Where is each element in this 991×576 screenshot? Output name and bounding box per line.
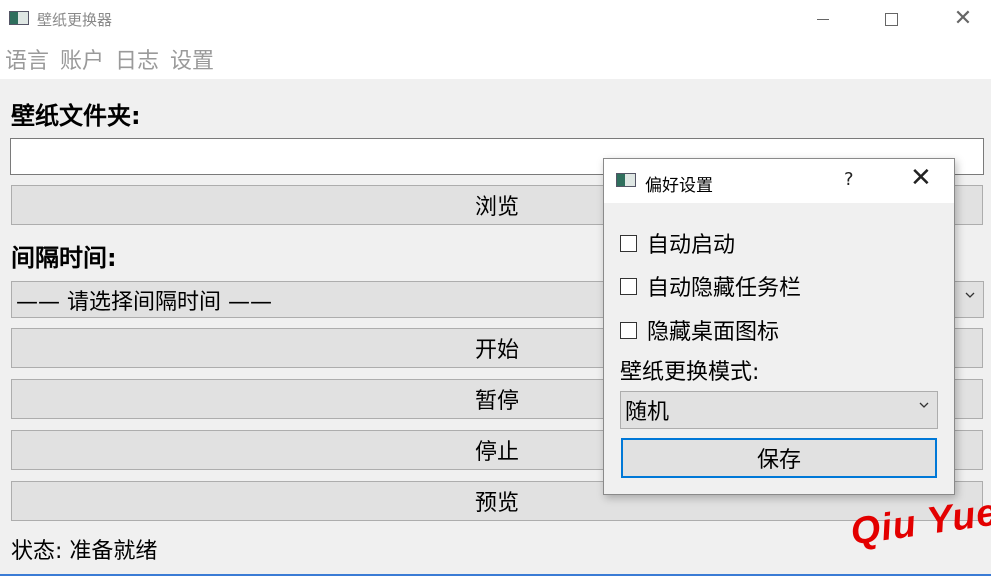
title-bar: 壁纸更换器 ✕ [0,0,991,38]
mode-select[interactable]: 随机 [620,391,938,429]
maximize-button[interactable] [868,0,914,38]
chevron-down-icon [965,292,975,298]
auto-hide-taskbar-checkbox[interactable] [620,277,637,295]
app-icon [9,11,29,25]
auto-hide-taskbar-label: 自动隐藏任务栏 [647,276,802,301]
auto-start-checkbox[interactable] [620,234,637,252]
minimize-icon [817,18,829,20]
menu-settings[interactable]: 设置 [170,43,214,75]
auto-start-option[interactable]: 自动启动 [620,227,735,259]
menu-language[interactable]: 语言 [5,43,49,75]
dialog-title-bar: 偏好设置 ? ✕ [604,159,954,203]
menu-log[interactable]: 日志 [115,43,159,75]
hide-desktop-icons-option[interactable]: 隐藏桌面图标 [620,314,779,346]
window-title: 壁纸更换器 [37,11,113,29]
maximize-icon [884,12,898,26]
save-button[interactable]: 保存 [621,438,937,478]
dialog-close-icon[interactable]: ✕ [910,165,932,191]
close-icon: ✕ [953,6,973,31]
chevron-down-icon [919,402,929,408]
mode-label: 壁纸更换模式: [620,360,760,385]
interval-label: 间隔时间: [11,244,117,272]
hide-desktop-icons-label: 隐藏桌面图标 [647,320,780,345]
dialog-app-icon [616,173,636,187]
auto-hide-taskbar-option[interactable]: 自动隐藏任务栏 [620,270,801,302]
interval-select-value: —— 请选择间隔时间 —— [16,289,272,315]
status-text: 状态: 准备就绪 [11,539,158,564]
preferences-dialog: 偏好设置 ? ✕ 自动启动 自动隐藏任务栏 隐藏桌面图标 壁纸更换模式: 随机 … [603,158,955,495]
minimize-button[interactable] [800,0,846,38]
menu-account[interactable]: 账户 [60,43,104,75]
dialog-title: 偏好设置 [645,176,713,196]
folder-label: 壁纸文件夹: [11,102,141,130]
menu-bar: 语言 账户 日志 设置 [0,38,991,79]
mode-select-value: 随机 [625,400,670,425]
close-button[interactable]: ✕ [940,0,986,38]
help-icon[interactable]: ? [844,169,854,190]
hide-desktop-icons-checkbox[interactable] [620,321,637,339]
auto-start-label: 自动启动 [647,233,736,258]
